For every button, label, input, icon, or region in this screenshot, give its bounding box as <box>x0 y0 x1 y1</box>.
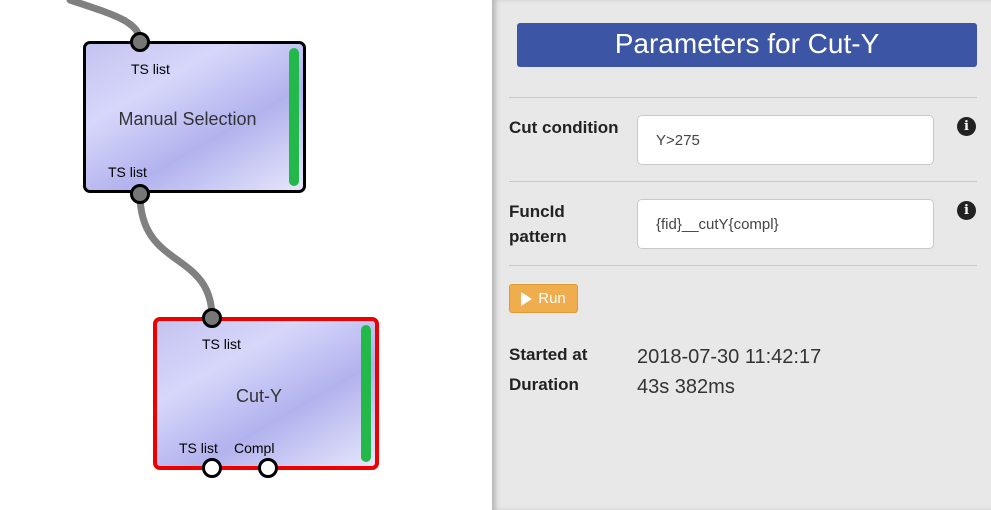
input-port[interactable] <box>202 308 222 328</box>
output-port[interactable] <box>130 184 150 204</box>
info-icon[interactable]: i <box>957 201 976 220</box>
info-icon[interactable]: i <box>957 117 976 136</box>
output-port-label-ts-list: TS list <box>179 440 218 456</box>
input-port-label: TS list <box>202 336 241 352</box>
param-label-cut-condition: Cut condition <box>509 118 619 137</box>
started-at-label: Started at <box>509 345 588 364</box>
node-title: Cut-Y <box>235 386 282 406</box>
duration-value: 43s 382ms <box>637 376 735 398</box>
status-bar <box>289 48 299 186</box>
duration-label: Duration <box>509 375 579 394</box>
divider <box>509 97 977 98</box>
divider <box>509 265 977 266</box>
funcid-pattern-input[interactable] <box>637 199 934 249</box>
param-label-funcid-pattern: FuncId pattern <box>509 202 567 246</box>
output-port-ts-list[interactable] <box>202 458 222 478</box>
node-title: Manual Selection <box>118 109 257 129</box>
input-port[interactable] <box>130 32 150 52</box>
workflow-canvas[interactable]: Manual Selection TS list TS list Cut-Y T… <box>0 0 492 510</box>
cut-condition-input[interactable] <box>637 115 934 165</box>
run-button[interactable]: Run <box>509 284 578 313</box>
input-port-label: TS list <box>131 61 170 77</box>
parameters-panel: Parameters for Cut-Y Cut condition i Fun… <box>492 0 991 510</box>
run-label: Run <box>538 290 566 307</box>
play-icon <box>521 291 533 306</box>
output-port-label-compl: Compl <box>234 440 275 456</box>
divider <box>509 181 977 182</box>
link-incoming <box>66 0 144 46</box>
started-at-value: 2018-07-30 11:42:17 <box>637 346 822 368</box>
panel-title: Parameters for Cut-Y <box>517 23 977 67</box>
output-port-label: TS list <box>108 164 147 180</box>
status-bar <box>361 325 371 462</box>
output-port-compl[interactable] <box>258 458 278 478</box>
link-manual-to-cut[interactable] <box>136 190 216 322</box>
